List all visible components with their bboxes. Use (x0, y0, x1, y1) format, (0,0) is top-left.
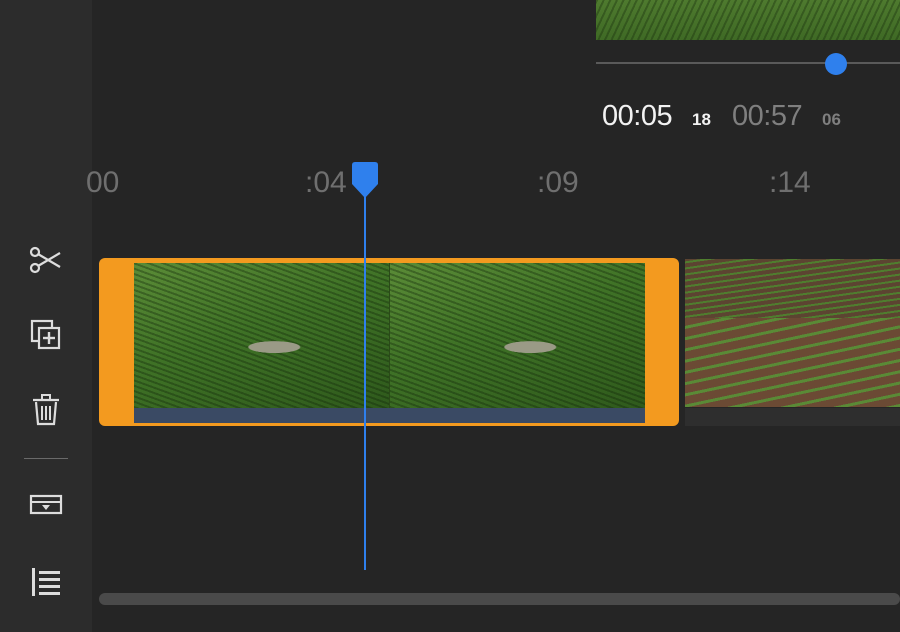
align-list-icon (32, 568, 60, 596)
seek-knob[interactable] (825, 53, 848, 75)
current-frame: 18 (692, 110, 711, 129)
current-time: 00:05 (602, 100, 673, 132)
ruler-tick: :09 (537, 166, 579, 199)
ruler-tick: :14 (769, 166, 811, 199)
clip-thumbnail (389, 263, 645, 408)
ruler-tick: 00 (86, 166, 120, 199)
split-button[interactable] (22, 240, 70, 280)
scissors-icon (29, 246, 61, 274)
next-clip[interactable] (685, 259, 900, 407)
next-clip-bar (685, 408, 900, 426)
list-button[interactable] (22, 562, 70, 602)
clip-audio-bar (134, 408, 645, 423)
total-frame: 06 (822, 110, 841, 129)
total-time: 00:57 (732, 100, 803, 132)
seek-bar[interactable] (596, 62, 900, 64)
playhead-handle[interactable] (350, 162, 380, 198)
trash-icon (33, 394, 59, 426)
track-expand-icon (29, 494, 63, 515)
clip-thumbnail (134, 263, 389, 408)
ruler-tick: :04 (305, 166, 347, 199)
track-expand-button[interactable] (22, 485, 70, 525)
timeline-toolbar (0, 0, 92, 632)
playhead-line (364, 190, 366, 570)
duplicate-icon (30, 319, 61, 350)
clip-thumbnails (134, 263, 645, 408)
delete-button[interactable] (22, 390, 70, 430)
video-preview (596, 0, 900, 40)
timeline-scrollbar[interactable] (99, 593, 900, 605)
toolbar-divider (24, 458, 68, 459)
duplicate-button[interactable] (22, 315, 70, 355)
